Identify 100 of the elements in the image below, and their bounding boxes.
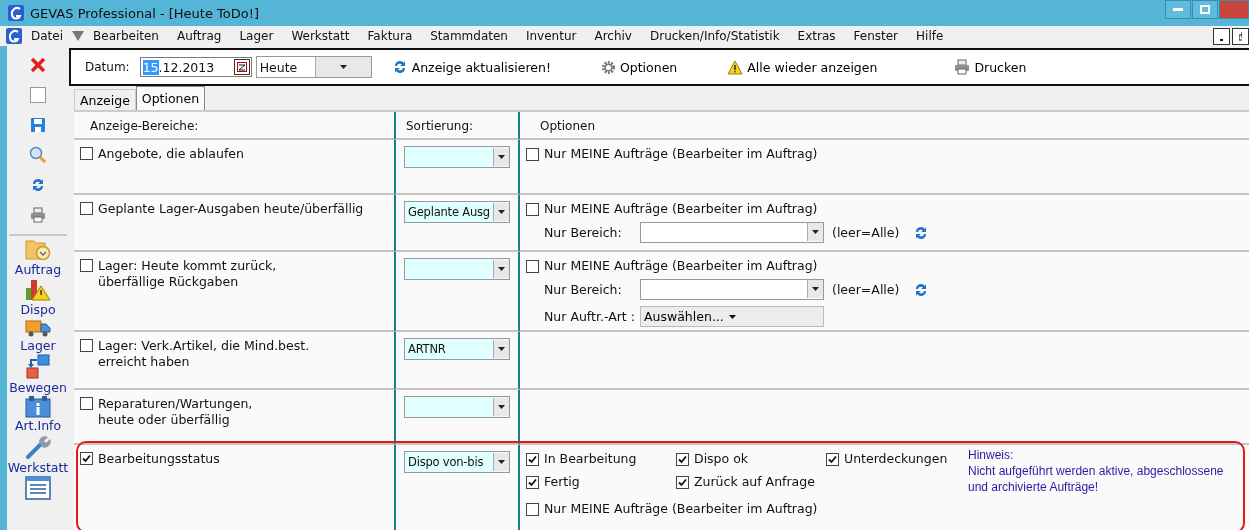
sort-dropdown[interactable] xyxy=(404,396,510,418)
checkbox[interactable] xyxy=(676,452,689,466)
maximize-icon xyxy=(1200,5,1210,14)
caret-icon xyxy=(812,287,819,291)
menu-item[interactable]: Fenster xyxy=(844,29,908,43)
sidebar-item[interactable]: Dispo xyxy=(20,302,56,317)
settings-icon xyxy=(600,59,616,75)
field-label: Nur Auftr.-Art : xyxy=(544,309,636,324)
area-label: Lager: Verk.Artikel, die Mind.best. erreicht haben xyxy=(98,338,310,370)
checkbox[interactable] xyxy=(80,147,93,160)
toolbar-button[interactable]: Drucken xyxy=(954,59,1027,75)
caret-icon xyxy=(498,405,505,409)
caret-icon xyxy=(498,155,505,159)
checkbox[interactable] xyxy=(676,475,689,489)
menu-item[interactable]: Hilfe xyxy=(907,29,953,43)
date-field[interactable]: 15.12.2013 xyxy=(139,57,252,77)
area-label: Bearbeitungsstatus xyxy=(98,451,220,467)
hint-note: Hinweis: Nicht aufgeführt werden aktive, abgeschlossene und archivierte Aufträge! xyxy=(968,447,1225,495)
checkbox[interactable] xyxy=(826,452,839,466)
sidebar-item[interactable]: Art.Info xyxy=(14,418,62,433)
caret-icon xyxy=(812,230,819,234)
field-label: Nur Bereich: xyxy=(544,225,623,240)
hint-text: (leer=Alle) xyxy=(832,225,900,240)
sidebar-item[interactable]: Lager xyxy=(20,338,56,353)
tab[interactable]: Anzeige xyxy=(74,89,136,110)
minimize-icon xyxy=(1220,38,1223,41)
boxes-arrow-icon xyxy=(25,354,51,380)
checkbox[interactable] xyxy=(80,339,93,352)
checkbox[interactable] xyxy=(80,397,93,410)
sidebar-item[interactable]: Bewegen xyxy=(9,380,67,395)
checkbox[interactable] xyxy=(80,452,93,465)
checkbox[interactable] xyxy=(526,202,539,216)
sort-dropdown[interactable] xyxy=(404,146,510,168)
area-dropdown[interactable] xyxy=(640,279,824,300)
option-label: Dispo ok xyxy=(694,451,749,466)
option-label: Nur MEINE Aufträge (Bearbeiter im Auftrag) xyxy=(544,201,818,216)
sort-dropdown[interactable]: Dispo von-bis xyxy=(404,451,510,473)
toolbar-button[interactable]: Anzeige aktualisieren! xyxy=(391,59,551,75)
list-icon xyxy=(25,476,51,500)
sort-dropdown[interactable]: ARTNR xyxy=(404,338,510,360)
chart-warning-icon xyxy=(25,278,51,302)
refresh-icon xyxy=(30,177,46,193)
hint-text: (leer=Alle) xyxy=(832,282,900,297)
app-logo-icon xyxy=(6,28,22,44)
area-label: Reparaturen/Wartungen, heute oder überfällig xyxy=(98,396,253,428)
option-label: Nur MEINE Aufträge (Bearbeiter im Auftrag) xyxy=(544,146,818,161)
sort-dropdown[interactable]: Geplante Ausg xyxy=(404,201,510,223)
caret-icon xyxy=(498,210,505,214)
menu-item[interactable]: Stammdaten xyxy=(421,29,517,43)
sort-dropdown[interactable] xyxy=(404,258,510,280)
toolbar-button[interactable]: Optionen xyxy=(600,59,678,75)
checkbox[interactable] xyxy=(526,502,539,516)
field-label: Nur Bereich: xyxy=(544,282,623,297)
truck-icon xyxy=(25,318,51,338)
option-label: Zurück auf Anfrage xyxy=(694,474,815,489)
sidebar-item[interactable]: Werkstatt xyxy=(7,460,69,475)
field-label: Datum: xyxy=(85,60,130,74)
column-header: Optionen xyxy=(540,119,596,133)
app-logo-icon xyxy=(8,5,24,21)
restore-button[interactable] xyxy=(1232,27,1249,45)
caret-icon xyxy=(728,314,736,319)
menu-item[interactable]: Werkstatt xyxy=(282,29,359,43)
menu-item[interactable]: Archiv xyxy=(585,29,641,43)
caret-icon xyxy=(498,347,505,351)
minimize-button[interactable] xyxy=(1213,27,1230,45)
menu-item[interactable]: Auftrag xyxy=(167,29,231,43)
checkbox[interactable] xyxy=(80,259,93,272)
checkbox[interactable] xyxy=(80,202,93,215)
tab[interactable]: Optionen xyxy=(135,86,206,110)
caret-icon xyxy=(498,267,505,271)
area-label: Geplante Lager-Ausgaben heute/überfällig xyxy=(98,201,364,217)
warning-icon xyxy=(727,59,744,75)
menu-item[interactable]: Faktura xyxy=(358,29,422,43)
triangle-icon xyxy=(72,31,84,41)
area-label: Lager: Heute kommt zurück, überfällige Rückgaben xyxy=(98,258,277,290)
area-dropdown[interactable] xyxy=(640,222,824,243)
option-label: Nur MEINE Aufträge (Bearbeiter im Auftrag) xyxy=(544,258,818,273)
menu-item[interactable]: Extras xyxy=(788,29,845,43)
caret-icon xyxy=(498,460,505,464)
option-label: In Bearbeitung xyxy=(544,451,637,466)
checkbox[interactable] xyxy=(526,259,539,273)
menu-item[interactable]: Inventur xyxy=(516,29,586,43)
menu-item[interactable]: Drucken/Info/Statistik xyxy=(640,29,789,43)
maximize-button[interactable] xyxy=(1192,0,1218,19)
menu-item[interactable]: Bearbeiten xyxy=(84,29,168,43)
checkbox[interactable] xyxy=(526,147,539,161)
checkbox[interactable] xyxy=(526,452,539,466)
sidebar-item[interactable]: Auftrag xyxy=(14,262,62,277)
period-dropdown[interactable]: Heute xyxy=(255,56,372,78)
select-button[interactable]: Auswählen... xyxy=(640,306,824,327)
info-box-icon xyxy=(25,396,51,418)
checkbox[interactable] xyxy=(526,475,539,489)
toolbar-button[interactable]: Alle wieder anzeigen xyxy=(727,59,878,75)
minimize-icon xyxy=(1173,8,1183,11)
menu-item[interactable]: Lager xyxy=(230,29,283,43)
area-label: Angebote, die ablaufen xyxy=(98,146,244,162)
calendar-icon xyxy=(236,62,247,72)
wrench-icon xyxy=(25,434,51,460)
menu-item[interactable]: Datei xyxy=(22,29,72,43)
window-title: GEVAS Professional - [Heute ToDo!] xyxy=(30,5,259,21)
